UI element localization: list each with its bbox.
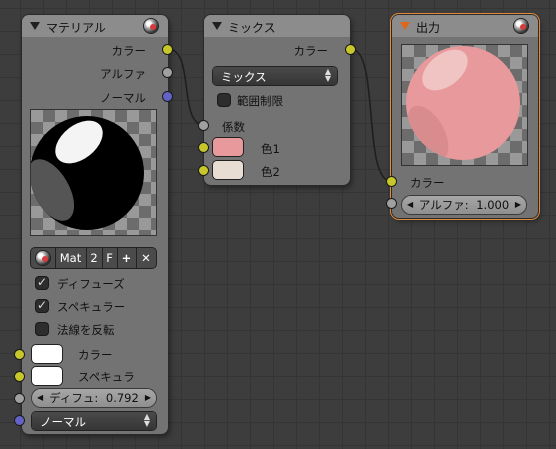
plus-icon: + (121, 251, 132, 265)
increment-arrow-icon[interactable]: ▶ (515, 196, 521, 214)
mix-color2-label: 色2 (261, 165, 280, 179)
output-node[interactable]: 出力 カラー ◀ アルファ: 1.000 ▶ (392, 15, 538, 218)
clamp-checkbox[interactable] (218, 94, 230, 106)
mix-input-color1-socket[interactable] (199, 143, 208, 152)
material-node-header[interactable]: マテリアル (22, 15, 168, 37)
output-alpha-value: 1.000 (476, 198, 510, 212)
blend-mode-dropdown[interactable]: ミックス ▲ ▼ (213, 67, 337, 85)
input-label-specular: スペキュラ (78, 370, 135, 384)
material-name-field[interactable]: Mat (55, 248, 87, 268)
mix-node-header[interactable]: ミックス (204, 15, 350, 37)
collapse-triangle-icon[interactable] (30, 22, 40, 30)
input-specular-swatch[interactable] (32, 367, 62, 385)
material-input-specular-socket[interactable] (15, 372, 24, 381)
diffuse-intensity-value: 0.792 (105, 391, 139, 405)
mix-node[interactable]: ミックス カラー ミックス ▲ ▼ 範囲制限 係数 色1 色2 (204, 15, 350, 185)
preview-sphere (31, 116, 144, 230)
blend-mode-value: ミックス (221, 70, 267, 84)
decrement-arrow-icon[interactable]: ◀ (407, 196, 413, 214)
material-output-alpha-socket[interactable] (163, 68, 172, 77)
decrement-arrow-icon[interactable]: ◀ (37, 389, 43, 407)
input-color-swatch[interactable] (32, 345, 62, 363)
invert-normal-checkbox-label: 法線を反転 (57, 323, 115, 337)
material-users-count[interactable]: 2 (86, 248, 103, 268)
mix-output-label-color: カラー (293, 44, 329, 58)
diffuse-intensity-label: ディフュ: (49, 391, 99, 405)
output-alpha-label: アルファ: (418, 198, 469, 212)
material-output-normal-socket[interactable] (163, 92, 172, 101)
diffuse-checkbox-label: ディフューズ (57, 277, 125, 291)
clamp-checkbox-label: 範囲制限 (237, 94, 283, 108)
mix-color1-swatch[interactable] (213, 138, 243, 156)
material-preview (31, 110, 156, 235)
specular-checkbox-label: スペキュラー (57, 300, 126, 314)
mix-node-title: ミックス (228, 21, 276, 35)
collapse-triangle-icon[interactable] (212, 22, 222, 30)
material-input-normal-socket[interactable] (15, 416, 24, 425)
unlink-material-button[interactable]: ✕ (136, 248, 156, 268)
material-node-title: マテリアル (46, 21, 106, 35)
material-output-color-socket[interactable] (163, 45, 172, 54)
output-input-alpha-socket[interactable] (387, 199, 396, 208)
mix-color2-swatch[interactable] (213, 161, 243, 179)
specular-checkbox[interactable]: ✓ (36, 299, 48, 312)
output-input-label-color: カラー (410, 176, 445, 190)
collapse-triangle-icon[interactable] (400, 22, 410, 30)
diffuse-intensity-field[interactable]: ◀ ディフュ: 0.792 ▶ (32, 389, 156, 407)
normal-input-dropdown-value: ノーマル (40, 415, 86, 429)
output-node-title: 出力 (416, 21, 441, 35)
input-label-color: カラー (78, 348, 113, 362)
invert-normal-checkbox[interactable] (36, 323, 48, 335)
material-selector[interactable]: Mat 2 F + ✕ (31, 248, 156, 268)
mix-factor-label: 係数 (222, 120, 245, 134)
output-alpha-field[interactable]: ◀ アルファ: 1.000 ▶ (402, 196, 526, 214)
mix-color1-label: 色1 (261, 142, 280, 156)
material-preview-toggle-icon[interactable] (144, 19, 158, 33)
diffuse-checkbox[interactable]: ✓ (36, 276, 48, 289)
x-icon: ✕ (141, 251, 151, 265)
link-material-color-to-factor (167, 48, 205, 126)
new-material-button[interactable]: + (117, 248, 137, 268)
mix-output-color-socket[interactable] (346, 45, 355, 54)
increment-arrow-icon[interactable]: ▶ (145, 389, 151, 407)
normal-input-dropdown[interactable]: ノーマル ▲ ▼ (32, 412, 156, 430)
material-input-color-socket[interactable] (15, 350, 24, 359)
output-preview (402, 45, 527, 165)
fake-user-button[interactable]: F (102, 248, 118, 268)
dropdown-arrows-icon: ▲ ▼ (324, 67, 331, 83)
mix-input-factor-socket[interactable] (199, 121, 208, 130)
material-input-diffuse-socket[interactable] (15, 394, 24, 403)
output-label-normal: ノーマル (100, 91, 146, 105)
dropdown-arrows-icon: ▲ ▼ (143, 412, 150, 428)
output-label-alpha: アルファ (100, 67, 146, 81)
material-browse-button[interactable] (31, 248, 56, 268)
material-ball-icon (36, 251, 50, 265)
output-preview-toggle-icon[interactable] (514, 19, 528, 33)
link-mix-color-to-output (350, 48, 392, 182)
output-node-header[interactable]: 出力 (392, 15, 538, 37)
output-input-color-socket[interactable] (387, 177, 396, 186)
material-node[interactable]: マテリアル カラー アルファ ノーマル Mat 2 F + ✕ ✓ ディフューズ… (22, 15, 168, 434)
output-label-color: カラー (111, 44, 147, 58)
mix-input-color2-socket[interactable] (199, 166, 208, 175)
output-preview-sphere (406, 46, 520, 160)
